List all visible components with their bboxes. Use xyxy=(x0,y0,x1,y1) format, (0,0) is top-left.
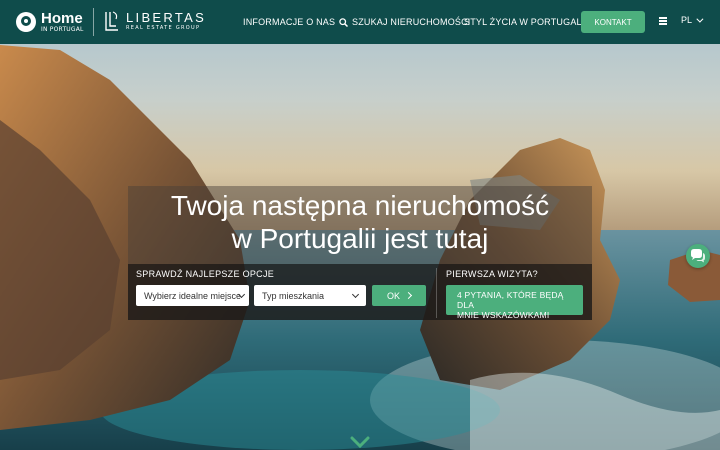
chat-button[interactable] xyxy=(686,244,710,268)
nav-search-label: SZUKAJ NIERUCHOMOŚCI xyxy=(352,17,471,27)
hero-headline-line1: Twoja następna nieruchomość xyxy=(170,190,550,221)
nav-search-link[interactable]: SZUKAJ NIERUCHOMOŚCI xyxy=(339,0,471,44)
first-visit-label: PIERWSZA WIZYTA? xyxy=(446,269,538,279)
hamburger-menu-icon[interactable] xyxy=(659,17,667,25)
chat-icon xyxy=(691,249,705,263)
libertas-logo-title: LIBERTAS xyxy=(126,10,207,25)
home-logo-title: Home xyxy=(41,10,83,27)
chevron-right-icon xyxy=(404,291,413,300)
quiz-button-line2: MNIE WSKAZÓWKAMI xyxy=(457,310,550,320)
logo-divider xyxy=(93,8,94,36)
scroll-down-button[interactable] xyxy=(350,434,370,449)
search-icon xyxy=(339,17,349,27)
home-in-portugal-logo[interactable]: Home IN PORTUGAL xyxy=(16,11,84,33)
property-type-select[interactable]: Typ mieszkania xyxy=(254,285,366,306)
ok-button-label: OK xyxy=(386,290,400,301)
language-label: PL xyxy=(681,15,693,25)
hero-headline: Twoja następna nieruchomość w Portugalii… xyxy=(128,189,592,255)
panel-divider xyxy=(436,268,437,318)
nav-about-link[interactable]: INFORMACJE O NAS xyxy=(243,0,335,44)
chevron-down-icon xyxy=(350,436,370,449)
site-header: Home IN PORTUGAL LIBERTAS REAL ESTATE GR… xyxy=(0,0,720,44)
ok-search-button[interactable]: OK xyxy=(372,285,426,306)
quiz-button-line1: 4 PYTANIA, KTÓRE BĘDĄ DLA xyxy=(457,290,564,310)
libertas-logo-subtitle: REAL ESTATE GROUP xyxy=(126,25,201,31)
property-type-select-value: Typ mieszkania xyxy=(262,290,325,301)
home-logo-icon xyxy=(16,12,36,32)
first-visit-quiz-button[interactable]: 4 PYTANIA, KTÓRE BĘDĄ DLA MNIE WSKAZÓWKA… xyxy=(446,285,583,320)
libertas-logo[interactable]: LIBERTAS REAL ESTATE GROUP xyxy=(104,10,206,32)
place-select[interactable]: Wybierz idealne miejsce xyxy=(136,285,249,306)
nav-lifestyle-link[interactable]: STYL ŻYCIA W PORTUGALII xyxy=(464,0,587,44)
best-options-label: SPRAWDŹ NAJLEPSZE OPCJE xyxy=(136,269,275,279)
chevron-down-icon xyxy=(696,15,704,23)
libertas-logo-icon xyxy=(104,10,120,32)
hero-headline-line2: w Portugalii jest tutaj xyxy=(231,223,489,254)
contact-button[interactable]: KONTAKT xyxy=(581,11,645,33)
home-logo-subtitle: IN PORTUGAL xyxy=(41,26,84,33)
place-select-value: Wybierz idealne miejsce xyxy=(144,290,241,301)
language-selector[interactable]: PL xyxy=(681,15,704,25)
chevron-down-icon xyxy=(351,290,360,299)
